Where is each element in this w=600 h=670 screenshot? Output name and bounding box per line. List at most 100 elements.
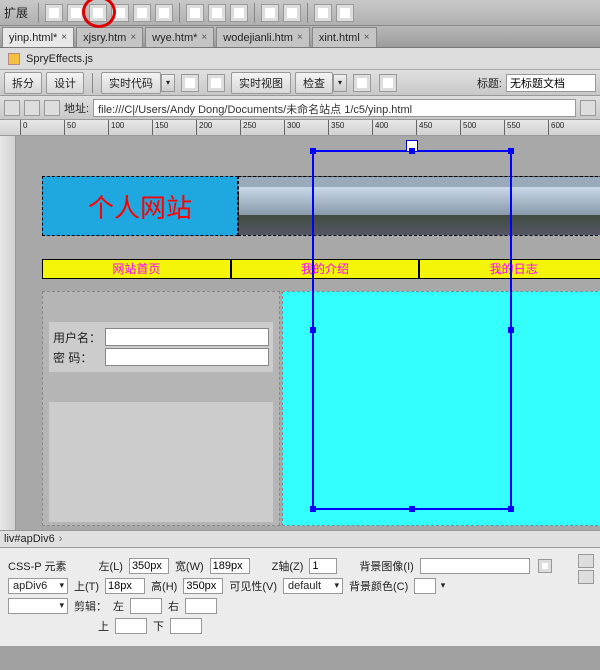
- banner-title-box[interactable]: 个人网站: [42, 176, 238, 236]
- clip-right-label: 右: [168, 598, 179, 614]
- clip-label: 剪辑：: [74, 598, 107, 614]
- toolbar-icon-8[interactable]: [208, 4, 226, 22]
- overflow-select[interactable]: [8, 598, 68, 614]
- top-label: 上(T): [74, 578, 99, 594]
- design-button[interactable]: 设计: [46, 72, 84, 94]
- close-icon[interactable]: ×: [130, 32, 136, 43]
- view-icon-2[interactable]: [207, 74, 225, 92]
- forward-icon[interactable]: [24, 100, 40, 116]
- toolbar-icon-2-circled[interactable]: [67, 4, 85, 22]
- main-toolbar: 扩展: [0, 0, 600, 26]
- bgimg-label: 背景图像(I): [359, 558, 413, 574]
- tab-xjsry[interactable]: xjsry.htm×: [76, 27, 143, 47]
- width-input[interactable]: [210, 558, 250, 574]
- z-input[interactable]: [309, 558, 337, 574]
- height-label: 高(H): [151, 578, 177, 594]
- view-icon-3[interactable]: [353, 74, 371, 92]
- close-icon[interactable]: ×: [201, 32, 207, 43]
- resize-handle[interactable]: [508, 327, 514, 333]
- vis-label: 可见性(V): [229, 578, 277, 594]
- chevron-down-icon: ▾: [161, 74, 175, 92]
- js-file-icon: [8, 53, 20, 65]
- clip-top-input[interactable]: [115, 618, 147, 634]
- username-input[interactable]: [105, 328, 269, 346]
- login-form: 用户名： 密 码：: [49, 322, 273, 372]
- bgcolor-label: 背景颜色(C): [349, 578, 408, 594]
- tab-wye[interactable]: wye.htm*×: [145, 27, 214, 47]
- tab-wodejianli[interactable]: wodejianli.htm ×: [216, 27, 310, 47]
- title-label: 标题:: [477, 75, 502, 91]
- toolbar-icon-3[interactable]: [89, 4, 107, 22]
- split-button[interactable]: 拆分: [4, 72, 42, 94]
- left-input[interactable]: [129, 558, 169, 574]
- toolbar-icon-12[interactable]: [314, 4, 332, 22]
- password-input[interactable]: [105, 348, 269, 366]
- toolbar-icon-1[interactable]: [45, 4, 63, 22]
- bgimg-input[interactable]: [420, 558, 530, 574]
- related-file-label[interactable]: SpryEffects.js: [26, 53, 93, 65]
- address-field[interactable]: file:///C|/Users/Andy Dong/Documents/未命名…: [93, 99, 576, 117]
- width-label: 宽(W): [175, 558, 204, 574]
- separator: [92, 73, 93, 93]
- separator: [38, 3, 39, 23]
- resize-handle[interactable]: [310, 148, 316, 154]
- resize-handle[interactable]: [508, 506, 514, 512]
- sidebar-lower-box[interactable]: [49, 402, 273, 522]
- live-code-button[interactable]: 实时代码▾: [101, 72, 175, 94]
- tag-path[interactable]: liv#apDiv6: [4, 533, 55, 545]
- document-tabs: yinp.html*× xjsry.htm× wye.htm*× wodejia…: [0, 26, 600, 48]
- element-select[interactable]: apDiv6: [8, 578, 68, 594]
- separator: [254, 3, 255, 23]
- clip-bottom-input[interactable]: [170, 618, 202, 634]
- properties-panel: CSS-P 元素 左(L) 宽(W) Z轴(Z) 背景图像(I) apDiv6 …: [0, 548, 600, 646]
- resize-handle[interactable]: [409, 148, 415, 154]
- toolbar-icon-6[interactable]: [155, 4, 173, 22]
- top-input[interactable]: [105, 578, 145, 594]
- quick-tag-icon[interactable]: [578, 570, 594, 584]
- cssp-label: CSS-P 元素: [8, 558, 66, 574]
- resize-handle[interactable]: [409, 506, 415, 512]
- tab-yinp[interactable]: yinp.html*×: [2, 27, 74, 47]
- title-input[interactable]: [506, 74, 596, 92]
- help-icon[interactable]: [578, 554, 594, 568]
- separator: [179, 3, 180, 23]
- clip-bottom-label: 下: [153, 618, 164, 634]
- back-icon[interactable]: [4, 100, 20, 116]
- resize-handle[interactable]: [310, 506, 316, 512]
- resize-handle[interactable]: [310, 327, 316, 333]
- tab-label: wodejianli.htm: [223, 32, 293, 44]
- nav-home[interactable]: 网站首页: [42, 259, 231, 279]
- clip-right-input[interactable]: [185, 598, 217, 614]
- toolbar-icon-10[interactable]: [261, 4, 279, 22]
- related-files-bar: SpryEffects.js: [0, 48, 600, 70]
- address-bar: 地址: file:///C|/Users/Andy Dong/Documents…: [0, 96, 600, 120]
- clip-left-input[interactable]: [130, 598, 162, 614]
- toolbar-icon-4[interactable]: [111, 4, 129, 22]
- close-icon[interactable]: ×: [61, 32, 67, 43]
- design-canvas[interactable]: 个人网站 网站首页 我的介绍 我的日志 用户名： 密 码：: [0, 136, 600, 530]
- height-input[interactable]: [183, 578, 223, 594]
- close-icon[interactable]: ×: [364, 32, 370, 43]
- tab-xint[interactable]: xint.html ×: [312, 27, 377, 47]
- toolbar-icon-11[interactable]: [283, 4, 301, 22]
- bgcolor-picker[interactable]: [414, 578, 436, 594]
- home-icon[interactable]: [44, 100, 60, 116]
- sidebar-box[interactable]: 用户名： 密 码：: [42, 291, 280, 526]
- selection-apdiv6[interactable]: [312, 150, 512, 510]
- go-icon[interactable]: [580, 100, 596, 116]
- toolbar-icon-13[interactable]: [336, 4, 354, 22]
- inspect-button[interactable]: 检查▾: [295, 72, 347, 94]
- toolbar-icon-7[interactable]: [186, 4, 204, 22]
- view-icon-4[interactable]: [379, 74, 397, 92]
- close-icon[interactable]: ×: [297, 32, 303, 43]
- clip-top-label: 上: [98, 618, 109, 634]
- folder-icon[interactable]: [538, 559, 552, 573]
- tab-label: xint.html: [319, 32, 360, 44]
- toolbar-icon-9[interactable]: [230, 4, 248, 22]
- resize-handle[interactable]: [508, 148, 514, 154]
- toolbar-icon-5[interactable]: [133, 4, 151, 22]
- view-icon-1[interactable]: [181, 74, 199, 92]
- chevron-right-icon: ›: [59, 533, 63, 545]
- visibility-select[interactable]: default: [283, 578, 343, 594]
- live-view-button[interactable]: 实时视图: [231, 72, 291, 94]
